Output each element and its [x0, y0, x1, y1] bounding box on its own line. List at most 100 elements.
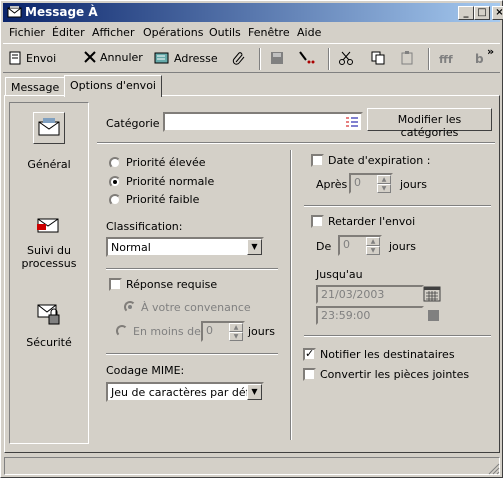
sidebar-item-general[interactable]: Général: [13, 110, 85, 174]
spin-down-icon[interactable]: ▼: [229, 332, 243, 341]
category-list-icon[interactable]: [346, 117, 358, 127]
cancel-label: Annuler: [100, 50, 143, 64]
expiration-days-spinner[interactable]: 0 ▲ ▼: [349, 173, 393, 194]
minimize-button[interactable]: _: [458, 6, 474, 20]
spin-down-icon[interactable]: ▼: [366, 246, 380, 255]
paperclip-icon: [232, 52, 245, 65]
until-time-field[interactable]: 23:59:00: [316, 306, 424, 325]
send-icon: [9, 51, 21, 65]
spellcheck-icon: [299, 51, 315, 64]
cancel-button[interactable]: Annuler: [83, 50, 143, 64]
close-button[interactable]: ×: [492, 6, 503, 20]
resize-grip-icon[interactable]: [488, 463, 500, 475]
security-lock-icon: [37, 304, 60, 325]
reply-days-spinner[interactable]: 0 ▲ ▼: [201, 321, 245, 342]
mime-select[interactable]: Jeu de caractères par défaut ▼: [106, 382, 264, 402]
reply-convenience-radio[interactable]: [124, 301, 136, 313]
paste-icon: [401, 51, 413, 65]
svg-text:b: b: [475, 52, 484, 66]
reply-convenience-label: À votre convenance: [141, 301, 251, 314]
notify-recipients-checkbox[interactable]: [303, 347, 316, 361]
status-bar: [4, 457, 500, 475]
sidebar-item-tracking[interactable]: Suivi du processus: [13, 212, 85, 274]
expiration-label: Date d'expiration :: [328, 154, 431, 167]
priority-normal-label: Priorité normale: [126, 175, 215, 188]
delay-send-checkbox[interactable]: [311, 215, 324, 228]
priority-low-radio[interactable]: [109, 194, 121, 206]
toolbar-separator: [259, 48, 261, 70]
spin-up-icon[interactable]: ▲: [377, 175, 391, 184]
menu-operations[interactable]: Opérations: [143, 26, 203, 39]
options-panel: Général Suivi du processus Sécurité Caté…: [4, 95, 500, 453]
maximize-button[interactable]: □: [474, 6, 490, 20]
title-bar[interactable]: Message À _ □ ×: [3, 3, 503, 22]
dropdown-arrow-icon[interactable]: ▼: [247, 239, 262, 255]
save-button[interactable]: [269, 50, 285, 66]
until-date-value: 21/03/2003: [321, 288, 385, 301]
priority-high-label: Priorité élevée: [126, 156, 206, 169]
menu-afficher[interactable]: Afficher: [92, 26, 134, 39]
attach-button[interactable]: [231, 50, 247, 66]
expiration-days-value: 0: [354, 176, 361, 189]
column-divider: [290, 150, 292, 440]
sidebar-label-tracking: Suivi du processus: [21, 244, 77, 270]
reply-within-radio[interactable]: [116, 325, 128, 337]
modify-categories-button[interactable]: Modifier les catégories: [367, 108, 492, 139]
cut-button[interactable]: [338, 50, 354, 66]
tracking-icon-wrap: [34, 212, 64, 240]
expiration-checkbox[interactable]: [311, 154, 324, 167]
toolbar-separator: [328, 48, 330, 70]
address-button[interactable]: Adresse: [153, 50, 218, 66]
spell-button[interactable]: [298, 50, 318, 66]
delay-from-label: De: [316, 240, 332, 253]
menu-editer[interactable]: Éditer: [52, 26, 85, 39]
category-label: Catégorie: [106, 117, 160, 130]
calendar-icon[interactable]: [423, 286, 441, 302]
category-input[interactable]: [163, 112, 363, 132]
expiration-days-unit: jours: [400, 178, 428, 191]
send-button[interactable]: Envoi: [7, 50, 56, 66]
toolbar: Envoi Annuler Adresse fff b »: [3, 43, 500, 73]
sidebar-item-security[interactable]: Sécurité: [13, 300, 85, 354]
dropdown-arrow-icon[interactable]: ▼: [247, 384, 262, 400]
until-time-value: 23:59:00: [321, 309, 371, 322]
style-button[interactable]: b: [473, 50, 487, 66]
spin-up-icon[interactable]: ▲: [366, 237, 380, 246]
copy-button[interactable]: [370, 50, 386, 66]
mime-value: Jeu de caractères par défaut: [111, 386, 264, 399]
menu-fichier[interactable]: Fichier: [9, 26, 45, 39]
font-format-icon: fff: [439, 53, 453, 66]
menu-aide[interactable]: Aide: [297, 26, 321, 39]
format-button[interactable]: fff: [438, 50, 458, 66]
reply-within-label: En moins de: [133, 325, 201, 338]
cancel-x-icon: [84, 51, 96, 63]
style-b-icon: b: [475, 52, 484, 66]
until-date-field[interactable]: 21/03/2003: [316, 285, 424, 304]
classification-label: Classification:: [106, 220, 183, 233]
paste-button[interactable]: [399, 50, 415, 66]
tab-options-envoi[interactable]: Options d'envoi: [64, 75, 162, 97]
reply-required-checkbox[interactable]: [109, 278, 122, 291]
save-disk-icon: [271, 52, 283, 64]
mime-label: Codage MIME:: [106, 364, 185, 377]
message-window: Message À _ □ × Fichier Éditer Afficher …: [0, 0, 503, 478]
spin-down-icon[interactable]: ▼: [377, 184, 391, 193]
menu-outils[interactable]: Outils: [209, 26, 241, 39]
window-title: Message À: [25, 5, 98, 19]
time-picker-icon[interactable]: [428, 310, 439, 321]
spin-up-icon[interactable]: ▲: [229, 323, 243, 332]
expiration-after-label: Après: [316, 178, 348, 191]
copy-icon: [371, 51, 385, 65]
convert-attachments-checkbox[interactable]: [303, 368, 316, 381]
delay-days-spinner[interactable]: 0 ▲ ▼: [338, 235, 382, 256]
toolbar-overflow-icon[interactable]: »: [487, 45, 494, 58]
scissors-icon: [339, 51, 353, 65]
priority-high-radio[interactable]: [109, 157, 121, 169]
divider: [304, 335, 491, 337]
general-icon-frame: [33, 112, 65, 144]
menu-fenetre[interactable]: Fenêtre: [248, 26, 290, 39]
tab-message[interactable]: Message: [5, 77, 66, 96]
priority-normal-radio[interactable]: [109, 176, 121, 188]
delay-send-label: Retarder l'envoi: [328, 215, 416, 228]
classification-select[interactable]: Normal ▼: [106, 237, 264, 257]
